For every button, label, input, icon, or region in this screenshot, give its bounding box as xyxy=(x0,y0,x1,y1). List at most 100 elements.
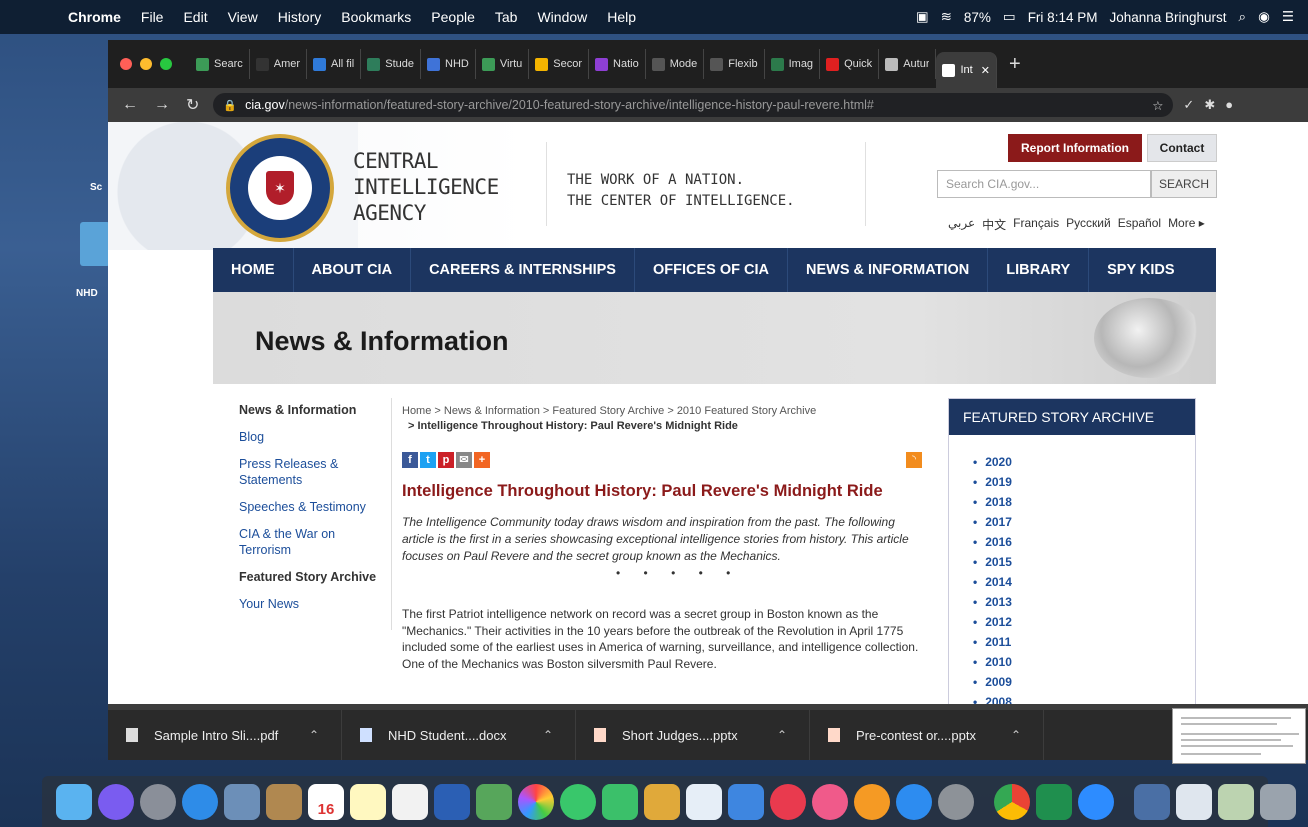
browser-tab[interactable]: All fil xyxy=(307,49,362,79)
wifi-icon[interactable]: ≋ xyxy=(941,9,952,25)
menu-people[interactable]: People xyxy=(421,9,485,25)
nav-news-information[interactable]: NEWS & INFORMATION xyxy=(788,248,989,292)
notes-icon[interactable] xyxy=(350,783,386,820)
browser-tab[interactable]: NHD xyxy=(421,49,476,79)
archive-year-link[interactable]: 2015 xyxy=(985,555,1195,569)
chevron-up-icon[interactable]: ⌃ xyxy=(777,728,809,742)
browser-tab[interactable]: Virtu xyxy=(476,49,530,79)
contact-button[interactable]: Contact xyxy=(1147,134,1217,162)
desktop-item-label[interactable]: NHD xyxy=(76,288,98,299)
siri-icon[interactable]: ◉ xyxy=(1258,9,1270,25)
archive-year-link[interactable]: 2020 xyxy=(985,455,1195,469)
browser-tab[interactable]: Quick xyxy=(820,49,880,79)
siri-icon[interactable] xyxy=(98,783,134,820)
sidebar-item-speeches[interactable]: Speeches & Testimony xyxy=(239,499,387,515)
nav-about-cia[interactable]: ABOUT CIA xyxy=(294,248,412,292)
screen-mirroring-icon[interactable]: ▣ xyxy=(916,9,929,25)
contacts-icon[interactable] xyxy=(266,783,302,820)
profile-avatar-icon[interactable]: ● xyxy=(1225,97,1233,113)
sidebar-item-blog[interactable]: Blog xyxy=(239,429,387,445)
language-link[interactable]: عربي xyxy=(948,216,975,233)
reminders-icon[interactable] xyxy=(392,783,428,820)
download-item[interactable]: Sample Intro Sli....pdf ⌃ xyxy=(108,710,342,760)
archive-year-link[interactable]: 2008 xyxy=(985,695,1195,704)
recent-document-icon[interactable] xyxy=(1218,783,1254,820)
sidebar-item-your-news[interactable]: Your News xyxy=(239,596,387,612)
nav-spy-kids[interactable]: SPY KIDS xyxy=(1089,248,1192,292)
bookmark-star-icon[interactable]: ☆ xyxy=(1152,98,1163,113)
archive-year-link[interactable]: 2014 xyxy=(985,575,1195,589)
battery-percent[interactable]: 87% xyxy=(964,10,991,25)
browser-tab[interactable]: Mode xyxy=(646,49,705,79)
archive-year-link[interactable]: 2009 xyxy=(985,675,1195,689)
keynote-icon[interactable] xyxy=(728,783,764,820)
language-link[interactable]: Español xyxy=(1118,216,1161,233)
nav-library[interactable]: LIBRARY xyxy=(988,248,1090,292)
image-capture-icon[interactable] xyxy=(224,783,260,820)
app-store-icon[interactable] xyxy=(896,783,932,820)
sidebar-item-press-releases[interactable]: Press Releases & Statements xyxy=(239,456,387,488)
notification-center-icon[interactable]: ☰ xyxy=(1282,9,1294,25)
twitter-share-icon[interactable]: t xyxy=(420,452,436,468)
close-window-button[interactable] xyxy=(120,58,132,70)
nav-home[interactable]: HOME xyxy=(213,248,294,292)
chrome-icon[interactable] xyxy=(994,783,1030,820)
agency-name[interactable]: CENTRAL INTELLIGENCE AGENCY xyxy=(353,148,499,226)
extension-icon[interactable]: ✓ xyxy=(1183,97,1194,113)
archive-year-link[interactable]: 2017 xyxy=(985,515,1195,529)
chevron-up-icon[interactable]: ⌃ xyxy=(309,728,341,742)
back-icon[interactable]: ← xyxy=(108,96,146,114)
pages-icon[interactable] xyxy=(644,783,680,820)
chevron-up-icon[interactable]: ⌃ xyxy=(1011,728,1043,742)
calendar-icon[interactable]: 16 xyxy=(308,783,344,820)
new-tab-button[interactable]: + xyxy=(997,53,1033,76)
clock[interactable]: Fri 8:14 PM xyxy=(1028,10,1098,25)
battery-icon[interactable]: ▭ xyxy=(1003,9,1016,25)
spotlight-search-icon[interactable]: ⌕ xyxy=(1239,9,1247,25)
download-item[interactable]: Pre-contest or....pptx ⌃ xyxy=(810,710,1044,760)
download-item[interactable]: NHD Student....docx ⌃ xyxy=(342,710,576,760)
rss-feed-icon[interactable]: ◝ xyxy=(906,452,922,468)
documents-stack-icon[interactable] xyxy=(1176,783,1212,820)
browser-tab[interactable]: Stude xyxy=(361,49,422,79)
browser-tab[interactable]: Amer xyxy=(250,49,308,79)
desktop-item-label[interactable]: Sc xyxy=(90,182,102,193)
menu-window[interactable]: Window xyxy=(527,9,597,25)
forward-icon[interactable]: → xyxy=(146,96,178,114)
user-name[interactable]: Johanna Bringhurst xyxy=(1109,10,1226,25)
facetime-icon[interactable] xyxy=(602,783,638,820)
pinterest-share-icon[interactable]: p xyxy=(438,452,454,468)
trash-icon[interactable] xyxy=(1260,783,1296,820)
language-link[interactable]: Русский xyxy=(1066,216,1111,233)
maps-icon[interactable] xyxy=(476,783,512,820)
launchpad-icon[interactable] xyxy=(140,783,176,820)
extensions-puzzle-icon[interactable]: ✱ xyxy=(1204,97,1215,113)
menu-edit[interactable]: Edit xyxy=(173,9,217,25)
archive-year-link[interactable]: 2018 xyxy=(985,495,1195,509)
sidebar-heading[interactable]: News & Information xyxy=(239,402,387,418)
address-bar[interactable]: 🔒 cia.gov /news-information/featured-sto… xyxy=(213,93,1174,117)
messages-icon[interactable] xyxy=(560,783,596,820)
archive-year-link[interactable]: 2013 xyxy=(985,595,1195,609)
archive-year-link[interactable]: 2012 xyxy=(985,615,1195,629)
downloads-stack-icon[interactable] xyxy=(1134,783,1170,820)
archive-year-link[interactable]: 2011 xyxy=(985,635,1195,649)
more-languages-link[interactable]: More ▸ xyxy=(1168,216,1205,233)
language-link[interactable]: Français xyxy=(1013,216,1059,233)
more-share-icon[interactable]: + xyxy=(474,452,490,468)
minimize-window-button[interactable] xyxy=(140,58,152,70)
menu-tab[interactable]: Tab xyxy=(485,9,528,25)
browser-tab[interactable]: Natio xyxy=(589,49,646,79)
breadcrumb-trail[interactable]: Home > News & Information > Featured Sto… xyxy=(402,404,862,419)
menu-history[interactable]: History xyxy=(268,9,332,25)
sidebar-item-war-on-terrorism[interactable]: CIA & the War on Terrorism xyxy=(239,526,387,558)
numbers-icon[interactable] xyxy=(686,783,722,820)
music-icon[interactable] xyxy=(812,783,848,820)
nav-careers[interactable]: CAREERS & INTERNSHIPS xyxy=(411,248,635,292)
zoom-window-button[interactable] xyxy=(160,58,172,70)
archive-year-link[interactable]: 2019 xyxy=(985,475,1195,489)
system-preferences-icon[interactable] xyxy=(938,783,974,820)
menu-view[interactable]: View xyxy=(218,9,268,25)
close-tab-icon[interactable]: ✕ xyxy=(981,64,990,77)
chevron-up-icon[interactable]: ⌃ xyxy=(543,728,575,742)
